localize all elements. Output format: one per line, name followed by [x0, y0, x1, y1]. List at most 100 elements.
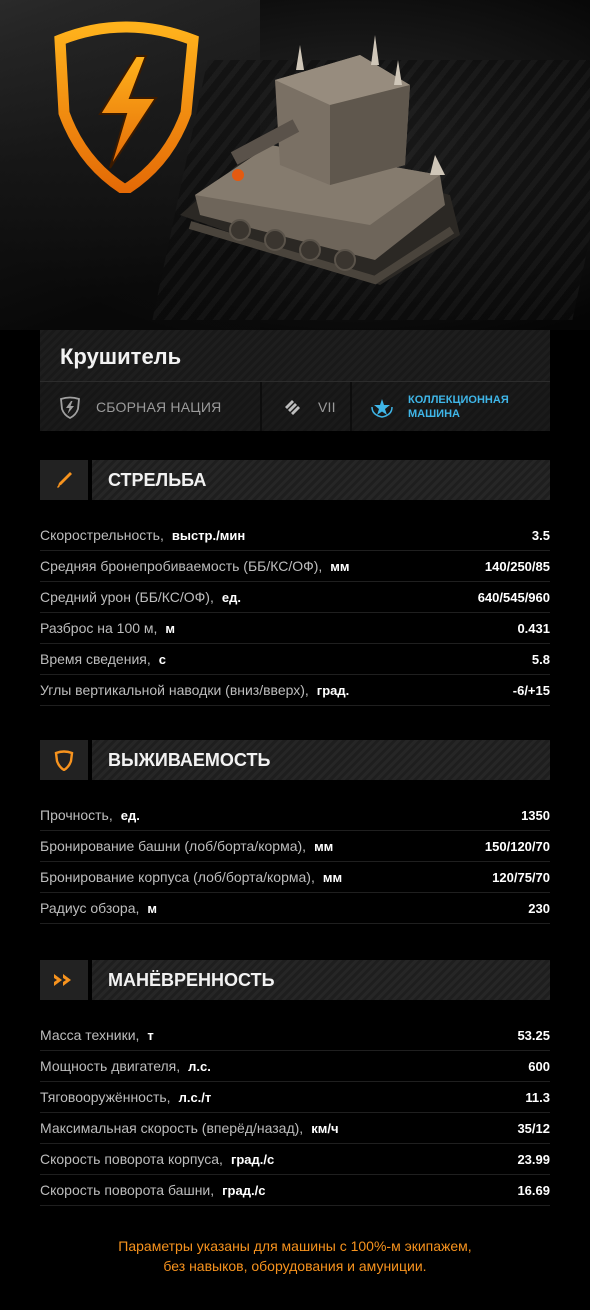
stat-row: Мощность двигателя, л.с. 600 — [40, 1051, 550, 1082]
stat-value: 640/545/960 — [477, 589, 550, 605]
mobility-icon-box — [40, 960, 92, 1000]
stat-label: Масса техники, — [40, 1027, 140, 1043]
stat-label-group: Скорострельность, выстр./мин — [40, 527, 245, 543]
stat-label-group: Средняя бронепробиваемость (ББ/КС/ОФ), мм — [40, 558, 350, 574]
vehicle-name: Крушитель — [60, 344, 182, 369]
stat-value: 230 — [528, 900, 550, 916]
stat-row: Максимальная скорость (вперёд/назад), км/… — [40, 1113, 550, 1144]
stat-row: Скорость поворота башни, град./с 16.69 — [40, 1175, 550, 1206]
stat-label-group: Масса техники, т — [40, 1027, 154, 1043]
stat-label-group: Разброс на 100 м, м — [40, 620, 175, 636]
stat-row: Время сведения, с 5.8 — [40, 644, 550, 675]
stat-value: 140/250/85 — [484, 558, 550, 574]
firepower-stats: Скорострельность, выстр./мин 3.5 Средняя бр… — [40, 520, 550, 706]
heavy-tank-class-icon — [285, 399, 300, 415]
stat-value: 23.99 — [517, 1151, 550, 1167]
stat-label: Прочность, — [40, 807, 113, 823]
stat-row: Радиус обзора, м 230 — [40, 893, 550, 924]
stat-label: Радиус обзора, — [40, 900, 140, 916]
stat-row: Бронирование башни (лоб/борта/корма), мм 1… — [40, 831, 550, 862]
stat-unit: м — [147, 901, 158, 916]
stat-label: Скорострельность, — [40, 527, 164, 543]
stat-label-group: Скорость поворота корпуса, град./с — [40, 1151, 274, 1167]
stat-row: Средний урон (ББ/КС/ОФ), ед. 640/545/960 — [40, 582, 550, 613]
nation-cell: СБОРНАЯ НАЦИЯ — [40, 382, 262, 431]
stat-value: 16.69 — [517, 1182, 550, 1198]
firepower-section-header: СТРЕЛЬБА — [40, 460, 550, 500]
stat-unit: град./с — [230, 1152, 275, 1167]
stat-unit: км/ч — [311, 1121, 339, 1136]
collection-cell: КОЛЛЕКЦИОННАЯ МАШИНА — [352, 382, 550, 431]
stat-value: 11.3 — [525, 1089, 550, 1105]
stat-label-group: Тяговооружённость, л.с./т — [40, 1089, 211, 1105]
stat-row: Средняя бронепробиваемость (ББ/КС/ОФ), мм… — [40, 551, 550, 582]
collection-star-icon — [371, 398, 393, 418]
stat-unit: ед. — [221, 590, 241, 605]
survivability-stats: Прочность, ед. 1350 Бронирование башни (лоб… — [40, 800, 550, 924]
stat-unit: мм — [322, 870, 343, 885]
mobility-section-header: МАНЁВРЕННОСТЬ — [40, 960, 550, 1000]
stat-label-group: Мощность двигателя, л.с. — [40, 1058, 211, 1074]
nation-label: СБОРНАЯ НАЦИЯ — [96, 398, 222, 415]
shell-icon — [57, 472, 72, 488]
stat-label-group: Время сведения, с — [40, 651, 166, 667]
stat-label: Тяговооружённость, — [40, 1089, 171, 1105]
footnote-line2: без навыков, оборудования и амуниции. — [163, 1258, 427, 1274]
stat-label: Бронирование корпуса (лоб/борта/корма), — [40, 869, 315, 885]
double-chevron-icon — [54, 974, 71, 986]
mobility-title: МАНЁВРЕННОСТЬ — [92, 960, 550, 1000]
stat-value: 120/75/70 — [492, 869, 550, 885]
footnote: Параметры указаны для машины с 100%-м эк… — [0, 1236, 590, 1276]
stat-label-group: Прочность, ед. — [40, 807, 140, 823]
stat-label: Скорость поворота башни, — [40, 1182, 215, 1198]
stat-unit: л.с./т — [178, 1090, 212, 1105]
stat-value: -6/+15 — [512, 682, 550, 698]
stat-unit: мм — [314, 839, 334, 854]
collection-label-line1: КОЛЛЕКЦИОННАЯ — [408, 393, 509, 406]
vehicle-info-panel: Крушитель СБОРНАЯ НАЦИЯ VII КОЛЛЕКЦИОННА… — [40, 330, 550, 431]
hero-banner — [0, 0, 590, 330]
shield-icon — [54, 750, 74, 771]
stat-row: Тяговооружённость, л.с./т 11.3 — [40, 1082, 550, 1113]
firepower-icon-box — [40, 460, 92, 500]
stat-row: Скорость поворота корпуса, град./с 23.99 — [40, 1144, 550, 1175]
tier-label: VII — [318, 398, 336, 415]
stat-value: 1350 — [521, 807, 550, 823]
blitz-nation-icon — [60, 396, 80, 419]
footnote-line1: Параметры указаны для машины с 100%-м эк… — [118, 1238, 472, 1254]
stat-label-group: Углы вертикальной наводки (вниз/вверх), г… — [40, 682, 349, 698]
stat-row: Разброс на 100 м, м 0.431 — [40, 613, 550, 644]
stat-row: Углы вертикальной наводки (вниз/вверх), г… — [40, 675, 550, 706]
stat-value: 600 — [528, 1058, 550, 1074]
stat-value: 53.25 — [517, 1027, 550, 1043]
stat-unit: с — [158, 652, 166, 667]
survivability-title: ВЫЖИВАЕМОСТЬ — [92, 740, 550, 780]
stat-value: 35/12 — [517, 1120, 550, 1136]
stat-unit: м — [165, 621, 176, 636]
stat-unit: т — [147, 1028, 154, 1043]
stat-label: Скорость поворота корпуса, — [40, 1151, 223, 1167]
stat-label: Средняя бронепробиваемость (ББ/КС/ОФ), — [40, 558, 323, 574]
stat-unit: град. — [316, 683, 350, 698]
survivability-icon-box — [40, 740, 92, 780]
stat-label-group: Максимальная скорость (вперёд/назад), км/… — [40, 1120, 339, 1136]
tier-cell: VII — [262, 382, 352, 431]
tank-image — [180, 35, 460, 285]
vehicle-attributes: СБОРНАЯ НАЦИЯ VII КОЛЛЕКЦИОННАЯ МАШИНА — [40, 381, 550, 431]
stat-value: 0.431 — [517, 620, 550, 636]
stat-unit: выстр./мин — [171, 528, 246, 543]
stat-label-group: Радиус обзора, м — [40, 900, 157, 916]
stat-value: 3.5 — [531, 527, 550, 543]
stat-label: Мощность двигателя, — [40, 1058, 181, 1074]
stat-label: Максимальная скорость (вперёд/назад), — [40, 1120, 304, 1136]
stat-row: Масса техники, т 53.25 — [40, 1020, 550, 1051]
stat-unit: л.с. — [188, 1059, 211, 1074]
firepower-title: СТРЕЛЬБА — [92, 460, 550, 500]
stat-row: Бронирование корпуса (лоб/борта/корма), м… — [40, 862, 550, 893]
stat-label: Время сведения, — [40, 651, 151, 667]
stat-label-group: Средний урон (ББ/КС/ОФ), ед. — [40, 589, 241, 605]
stat-label: Бронирование башни (лоб/борта/корма), — [40, 838, 307, 854]
stat-row: Прочность, ед. 1350 — [40, 800, 550, 831]
stat-unit: град./с — [222, 1183, 266, 1198]
stat-label: Разброс на 100 м, — [40, 620, 158, 636]
